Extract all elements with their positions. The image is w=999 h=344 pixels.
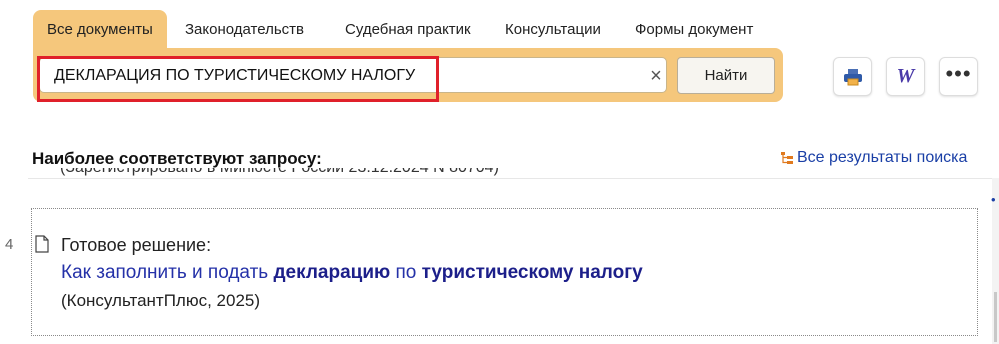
title-part-4-bold: туристическому налогу xyxy=(421,262,643,283)
scrollbar-thumb[interactable] xyxy=(994,292,997,342)
word-icon: W xyxy=(896,65,915,87)
result-title-link[interactable]: Как заполнить и подать декларацию по тур… xyxy=(61,262,643,284)
print-button[interactable] xyxy=(833,57,872,96)
results-section-title: Наиболее соответствуют запросу: xyxy=(32,149,322,168)
search-panel: ДЕКЛАРАЦИЯ ПО ТУРИСТИЧЕСКОМУ НАЛОГУ × На… xyxy=(33,48,783,102)
previous-result-cut-text: (Зарегистрировано в Минюсте России 23.12… xyxy=(60,168,499,182)
scroll-marker-icon: • xyxy=(991,192,996,207)
results-divider xyxy=(28,178,998,179)
title-part-2-bold: декларацию xyxy=(273,262,391,283)
tab-consultations[interactable]: Консультации xyxy=(505,10,601,48)
result-source: (КонсультантПлюс, 2025) xyxy=(61,291,261,310)
result-number: 4 xyxy=(5,236,14,253)
all-results-link[interactable]: Все результаты поиска xyxy=(781,149,967,167)
all-results-label: Все результаты поиска xyxy=(797,149,968,166)
tab-legislation[interactable]: Законодательств xyxy=(185,10,304,48)
printer-icon xyxy=(843,68,862,85)
tab-all-documents[interactable]: Все документы xyxy=(33,10,167,48)
title-part-1: Как заполнить и подать xyxy=(61,262,274,283)
tab-document-forms[interactable]: Формы документ xyxy=(635,10,753,48)
export-word-button[interactable]: W xyxy=(886,57,925,96)
more-dots-icon: ••• xyxy=(945,60,972,86)
find-button[interactable]: Найти xyxy=(677,57,775,94)
tree-list-icon xyxy=(781,152,793,164)
tab-court-practice[interactable]: Судебная практик xyxy=(345,10,471,48)
title-part-3: по xyxy=(390,262,422,283)
clear-search-icon[interactable]: × xyxy=(644,66,668,86)
search-query-text: ДЕКЛАРАЦИЯ ПО ТУРИСТИЧЕСКОМУ НАЛОГУ xyxy=(54,67,416,84)
more-options-button[interactable]: ••• xyxy=(939,57,978,96)
search-input[interactable]: ДЕКЛАРАЦИЯ ПО ТУРИСТИЧЕСКОМУ НАЛОГУ × xyxy=(39,57,667,93)
previous-result-source: (Зарегистрировано в Минюсте России 23.12… xyxy=(60,168,499,176)
document-icon xyxy=(35,235,49,253)
result-type-label: Готовое решение: xyxy=(61,235,212,255)
